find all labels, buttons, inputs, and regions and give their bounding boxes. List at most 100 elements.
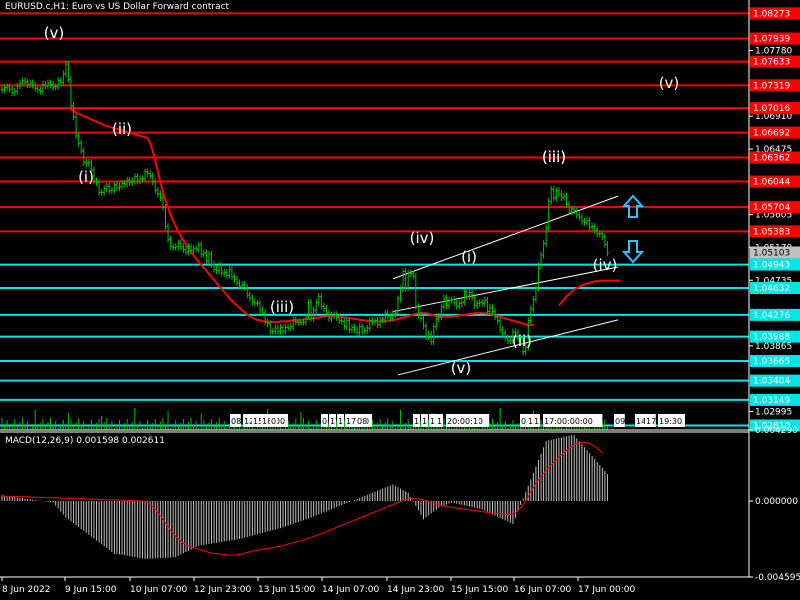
volume-bar: [443, 418, 445, 430]
time-strip-label: 1: [534, 417, 539, 426]
macd-signal-line: [1, 442, 603, 556]
volume-bar: [119, 420, 121, 430]
wave-label: (iii): [270, 298, 294, 316]
volume-bar: [175, 420, 177, 430]
volume-bar: [241, 426, 243, 430]
time-strip-label: 08: [231, 417, 241, 426]
wave-label: (i): [78, 168, 94, 186]
chart-title: EURUSD.c,H1: Euro vs US Dollar Forward c…: [5, 2, 230, 12]
volume-bar: [52, 425, 54, 430]
macd-tick-label: 0.004290: [755, 426, 798, 436]
wave-label: (v): [44, 24, 65, 42]
channel-line: [392, 266, 619, 313]
wave-label: (v): [451, 359, 472, 377]
volume-bar: [129, 426, 131, 430]
wave-label: (iv): [410, 229, 435, 247]
support-resistance-levels: [0, 12, 749, 427]
volume-bar: [134, 408, 136, 430]
volume-bar: [50, 418, 52, 430]
volume-bar: [55, 421, 57, 430]
volume-bar: [106, 418, 108, 430]
volume-bar: [604, 419, 606, 430]
x-tick-label: 16 Jun 07:00: [514, 585, 571, 595]
cyan-level-price-label: 1.03665: [753, 357, 790, 367]
volume-bar: [377, 423, 379, 430]
macd-tick-label: 0.000000: [755, 497, 798, 507]
volume-bar: [103, 422, 105, 430]
macd-pane[interactable]: [1, 434, 608, 559]
volume-bar: [126, 419, 128, 430]
volume-bar: [540, 420, 542, 430]
red-level-price-label: 1.06044: [753, 178, 790, 188]
wave-label: (iii): [542, 148, 566, 166]
volume-bar: [157, 426, 159, 430]
volume-bar: [136, 425, 138, 430]
channel-line: [397, 319, 619, 376]
volume-bar: [164, 425, 166, 430]
volume-bar: [193, 425, 195, 430]
volume-bar: [200, 414, 202, 430]
x-tick-label: 9 Jun 15:00: [65, 585, 117, 595]
volume-bar: [62, 420, 64, 430]
cyan-level-price-label: 1.03988: [753, 333, 790, 343]
macd-title: MACD(12,26,9) 0.001598 0.002611: [5, 436, 165, 446]
time-strip-label: 14: [636, 417, 646, 426]
price-pane[interactable]: (v) (ii) (i) (iii) (iv) (i) (v) (ii) (iii) (iv) (v…: [0, 12, 749, 430]
volume-bar: [83, 421, 85, 430]
red-level-price-label: 1.08273: [753, 9, 790, 19]
volume-bar: [410, 426, 412, 430]
ma-line: [558, 279, 621, 307]
volume-bar: [384, 422, 386, 430]
volume-bar: [147, 420, 149, 430]
red-level-price-label: 1.05704: [753, 203, 790, 213]
volume-bar: [21, 418, 23, 430]
x-tick-label: 14 Jun 23:00: [387, 585, 444, 595]
macd-tick-label: -0.004595: [755, 573, 800, 583]
volume-bar: [19, 422, 21, 430]
x-tick-label: 13 Jun 15:00: [258, 585, 315, 595]
time-strip-label: 1: [422, 417, 427, 426]
volume-bar: [34, 410, 36, 430]
time-strip-label: 19:30: [659, 417, 682, 426]
volume-bar: [154, 419, 156, 430]
moving-average-line: [67, 107, 621, 327]
volume-bar: [203, 420, 205, 430]
volume-bar: [108, 425, 110, 430]
x-tick-label: 14 Jun 07:00: [322, 585, 379, 595]
volume-bar: [407, 419, 409, 430]
y-tick-label: 1.03865: [755, 342, 792, 352]
volume-bar: [6, 420, 8, 430]
volume-bar: [308, 421, 310, 430]
volume-bar: [295, 419, 297, 430]
volume-bar: [73, 426, 75, 430]
volume-bar: [42, 419, 44, 430]
cyan-level-price-label: 1.04943: [753, 261, 790, 271]
volume-bar: [32, 424, 34, 430]
time-strip-label: 17:00:00:00: [544, 417, 593, 426]
cyan-level-price-label: 1.04276: [753, 311, 790, 321]
time-strip-label: 17: [646, 417, 656, 426]
macd-histogram: [1, 434, 608, 559]
volume-bar: [512, 420, 514, 430]
volume-bar: [139, 421, 141, 430]
wave-label: (ii): [512, 332, 532, 350]
volume-bar: [172, 424, 174, 430]
volume-bar: [491, 419, 493, 430]
volume-bar: [111, 421, 113, 430]
x-tick-label: 8 Jun 2022: [2, 585, 50, 595]
volume-bar: [389, 425, 391, 430]
macd-signal-line: [1, 442, 603, 556]
volume-bar: [187, 422, 189, 430]
volume-bar: [509, 424, 511, 430]
signal-arrows: [621, 194, 645, 264]
elliott-wave-labels: (v) (ii) (i) (iii) (iv) (i) (v) (ii) (iii) (iv) (v…: [44, 24, 680, 377]
trading-chart[interactable]: (v) (ii) (i) (iii) (iv) (i) (v) (ii) (iii) (iv) (v…: [0, 0, 800, 600]
volume-bar: [305, 425, 307, 430]
volume-bar: [504, 421, 506, 430]
red-level-price-label: 1.07939: [753, 35, 790, 45]
volume-bar: [80, 425, 82, 430]
y-tick-label: 1.02995: [755, 408, 792, 418]
current-price-label: 1.05103: [753, 248, 790, 258]
volume-bar: [75, 422, 77, 430]
volume-bar: [44, 426, 46, 430]
